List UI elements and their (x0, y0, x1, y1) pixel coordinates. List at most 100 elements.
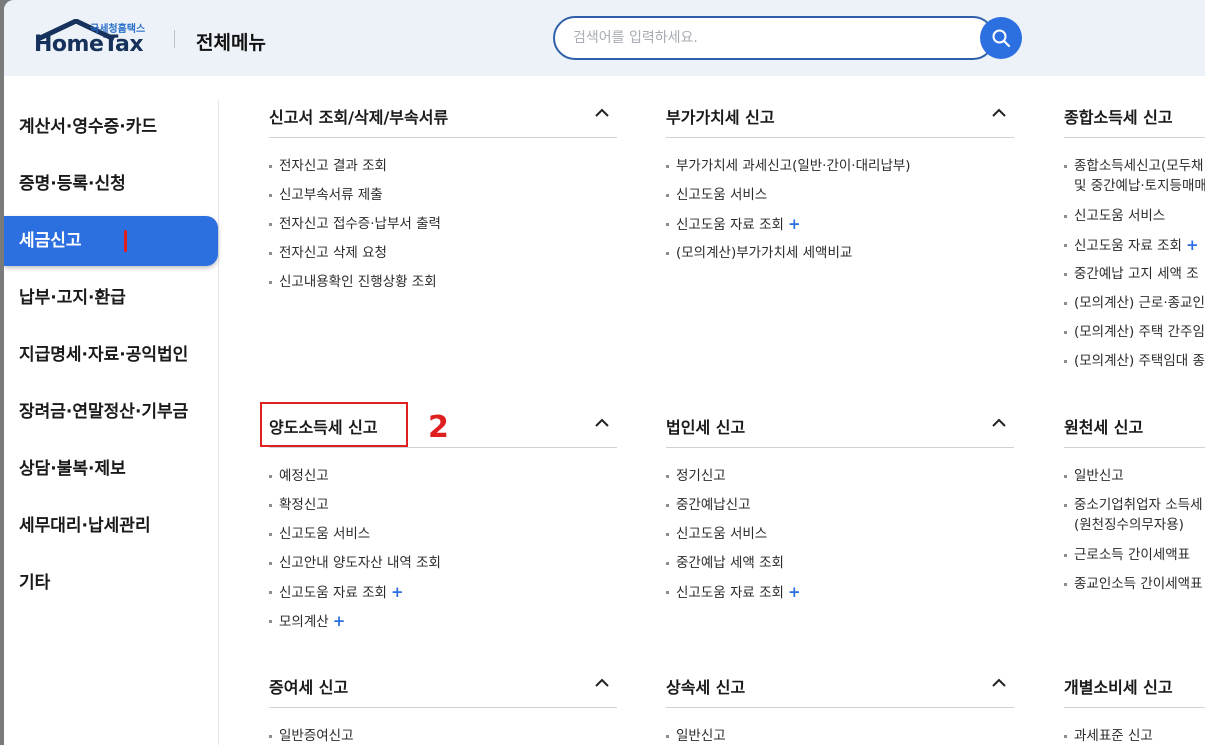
section-title: 상속세 신고 (666, 678, 746, 697)
menu-link-label: 신고도움 자료 조회 (676, 217, 784, 233)
menu-link-label-line2: 및 중간예납·토지등매매 (1074, 178, 1205, 194)
chevron-up-icon[interactable] (595, 108, 609, 118)
menu-link[interactable]: 신고도움 서비스 (666, 185, 1014, 214)
logo-text: HomeTax (34, 32, 144, 57)
header: 국세청홈택스 HomeTax 전체메뉴 (4, 0, 1205, 76)
search-button[interactable] (980, 17, 1022, 59)
section-header[interactable]: 종합소득세 신고 (1064, 92, 1205, 138)
sidebar-item-certificate-registration[interactable]: 증명·등록·신청 (4, 159, 218, 209)
menu-link[interactable]: 중간예납신고 (666, 495, 1014, 524)
menu-link[interactable]: 확정신고 (269, 495, 617, 524)
section-header[interactable]: 신고서 조회/삭제/부속서류 (269, 92, 617, 138)
section-header[interactable]: 상속세 신고 (666, 662, 1014, 708)
menu-link[interactable]: 신고내용확인 진행상황 조회 (269, 272, 617, 301)
menu-link[interactable]: 부가가치세 과세신고(일반·간이·대리납부) (666, 156, 1014, 185)
sidebar-item-tax-agent[interactable]: 세무대리·납세관리 (4, 501, 218, 551)
menu-link[interactable]: 신고도움 자료 조회 + (1064, 235, 1205, 264)
sidebar-item-invoice-receipt-card[interactable]: 계산서·영수증·카드 (4, 102, 218, 152)
menu-link[interactable]: 신고도움 자료 조회 + (666, 214, 1014, 243)
sidebar-item-incentive-yearend[interactable]: 장려금·연말정산·기부금 (4, 387, 218, 437)
section-excise-tax: 개별소비세 신고 과세표준 신고 (1064, 662, 1205, 745)
menu-link[interactable]: 일반신고 (666, 726, 1014, 745)
expand-plus-icon[interactable]: + (333, 612, 346, 630)
section-return-inquiry: 신고서 조회/삭제/부속서류 전자신고 결과 조회 신고부속서류 제출 전자신고… (269, 92, 617, 301)
menu-link[interactable]: (모의계산) 주택 간주임 (1064, 322, 1205, 351)
section-title: 종합소득세 신고 (1064, 108, 1173, 127)
menu-link[interactable]: 신고부속서류 제출 (269, 185, 617, 214)
menu-link-label: 신고도움 자료 조회 (1074, 238, 1182, 254)
section-header[interactable]: 원천세 신고 (1064, 402, 1205, 448)
menu-link[interactable]: 전자신고 접수증·납부서 출력 (269, 214, 617, 243)
menu-link[interactable]: 전자신고 삭제 요청 (269, 243, 617, 272)
menu-link[interactable]: (모의계산)부가가치세 세액비교 (666, 243, 1014, 272)
menu-link[interactable]: 전자신고 결과 조회 (269, 156, 617, 185)
section-menu-list: 일반신고 중소기업취업자 소득세 (원천징수의무자용) 근로소득 간이세액표 종교… (1064, 448, 1205, 603)
menu-link-label-line2: (원천징수의무자용) (1074, 517, 1184, 533)
expand-plus-icon[interactable]: + (1186, 236, 1199, 254)
sidebar: 계산서·영수증·카드 증명·등록·신청 세금신고 납부·고지·환급 지급명세·자… (4, 100, 219, 745)
annotation-number-2: 2 (428, 410, 449, 445)
sidebar-item-payment-notice-refund[interactable]: 납부·고지·환급 (4, 273, 218, 323)
section-menu-list: 부가가치세 과세신고(일반·간이·대리납부) 신고도움 서비스 신고도움 자료 … (666, 138, 1014, 272)
section-vat: 부가가치세 신고 부가가치세 과세신고(일반·간이·대리납부) 신고도움 서비스… (666, 92, 1014, 272)
menu-link[interactable]: 일반증여신고 (269, 726, 617, 745)
sidebar-item-tax-filing[interactable]: 세금신고 (4, 216, 218, 266)
chevron-up-icon[interactable] (595, 678, 609, 688)
menu-link[interactable]: (모의계산) 주택임대 종 (1064, 351, 1205, 380)
chevron-up-icon[interactable] (992, 418, 1006, 428)
section-title: 원천세 신고 (1064, 418, 1144, 437)
menu-link-label: 종합소득세신고(모두채 (1074, 158, 1204, 174)
menu-link[interactable]: 정기신고 (666, 466, 1014, 495)
hometax-logo[interactable]: 국세청홈택스 HomeTax (34, 18, 154, 60)
menu-link[interactable]: (모의계산) 근로·종교인 (1064, 293, 1205, 322)
expand-plus-icon[interactable]: + (788, 583, 801, 601)
expand-plus-icon[interactable]: + (788, 215, 801, 233)
menu-link[interactable]: 일반신고 (1064, 466, 1205, 495)
section-inheritance-tax: 상속세 신고 일반신고 (666, 662, 1014, 745)
expand-plus-icon[interactable]: + (391, 583, 404, 601)
chevron-up-icon[interactable] (992, 678, 1006, 688)
menu-link[interactable]: 중간예납 세액 조회 (666, 553, 1014, 582)
section-header[interactable]: 증여세 신고 (269, 662, 617, 708)
sidebar-item-consult-appeal[interactable]: 상담·불복·제보 (4, 444, 218, 494)
menu-link[interactable]: 신고도움 자료 조회 + (269, 582, 617, 611)
menu-link[interactable]: 종교인소득 간이세액표 (1064, 574, 1205, 603)
section-menu-list: 전자신고 결과 조회 신고부속서류 제출 전자신고 접수증·납부서 출력 전자신… (269, 138, 617, 301)
section-header[interactable]: 개별소비세 신고 (1064, 662, 1205, 708)
header-divider (174, 30, 175, 48)
section-income-tax: 종합소득세 신고 종합소득세신고(모두채및 중간예납·토지등매매 신고도움 서비… (1064, 92, 1205, 380)
search-input[interactable] (573, 26, 973, 50)
section-menu-list: 종합소득세신고(모두채및 중간예납·토지등매매 신고도움 서비스 신고도움 자료… (1064, 138, 1205, 380)
menu-link[interactable]: 예정신고 (269, 466, 617, 495)
menu-link[interactable]: 과세표준 신고 (1064, 726, 1205, 745)
section-withholding-tax: 원천세 신고 일반신고 중소기업취업자 소득세 (원천징수의무자용) 근로소득 간… (1064, 402, 1205, 603)
section-title: 부가가치세 신고 (666, 108, 775, 127)
chevron-up-icon[interactable] (595, 418, 609, 428)
menu-link[interactable]: 신고도움 자료 조회 + (666, 582, 1014, 611)
menu-link[interactable]: 신고안내 양도자산 내역 조회 (269, 553, 617, 582)
menu-link[interactable]: 종합소득세신고(모두채및 중간예납·토지등매매 (1064, 156, 1205, 206)
section-title: 법인세 신고 (666, 418, 746, 437)
menu-link[interactable]: 신고도움 서비스 (269, 524, 617, 553)
sidebar-item-label: 세금신고 (19, 231, 82, 251)
section-menu-list: 과세표준 신고 (1064, 708, 1205, 745)
section-header[interactable]: 법인세 신고 (666, 402, 1014, 448)
annotation-mark-1 (124, 230, 127, 252)
section-corporate-tax: 법인세 신고 정기신고 중간예납신고 신고도움 서비스 중간예납 세액 조회 신… (666, 402, 1014, 611)
sidebar-item-payment-statement[interactable]: 지급명세·자료·공익법인 (4, 330, 218, 380)
app-window: 국세청홈택스 HomeTax 전체메뉴 계산서·영수증·카드 증명·등록·신청 … (4, 0, 1205, 745)
annotation-highlight-box (260, 402, 408, 447)
menu-link-label: 신고도움 자료 조회 (676, 585, 784, 601)
menu-link[interactable]: 모의계산 + (269, 611, 617, 640)
menu-link[interactable]: 중간예납 고지 세액 조 (1064, 264, 1205, 293)
chevron-up-icon[interactable] (992, 108, 1006, 118)
menu-link[interactable]: 신고도움 서비스 (1064, 206, 1205, 235)
section-title: 신고서 조회/삭제/부속서류 (269, 108, 449, 127)
menu-link[interactable]: 중소기업취업자 소득세 (원천징수의무자용) (1064, 495, 1205, 545)
section-header[interactable]: 부가가치세 신고 (666, 92, 1014, 138)
menu-link[interactable]: 신고도움 서비스 (666, 524, 1014, 553)
sidebar-item-other[interactable]: 기타 (4, 558, 218, 608)
search-icon (992, 29, 1011, 48)
section-menu-list: 일반증여신고 (269, 708, 617, 745)
menu-link[interactable]: 근로소득 간이세액표 (1064, 545, 1205, 574)
